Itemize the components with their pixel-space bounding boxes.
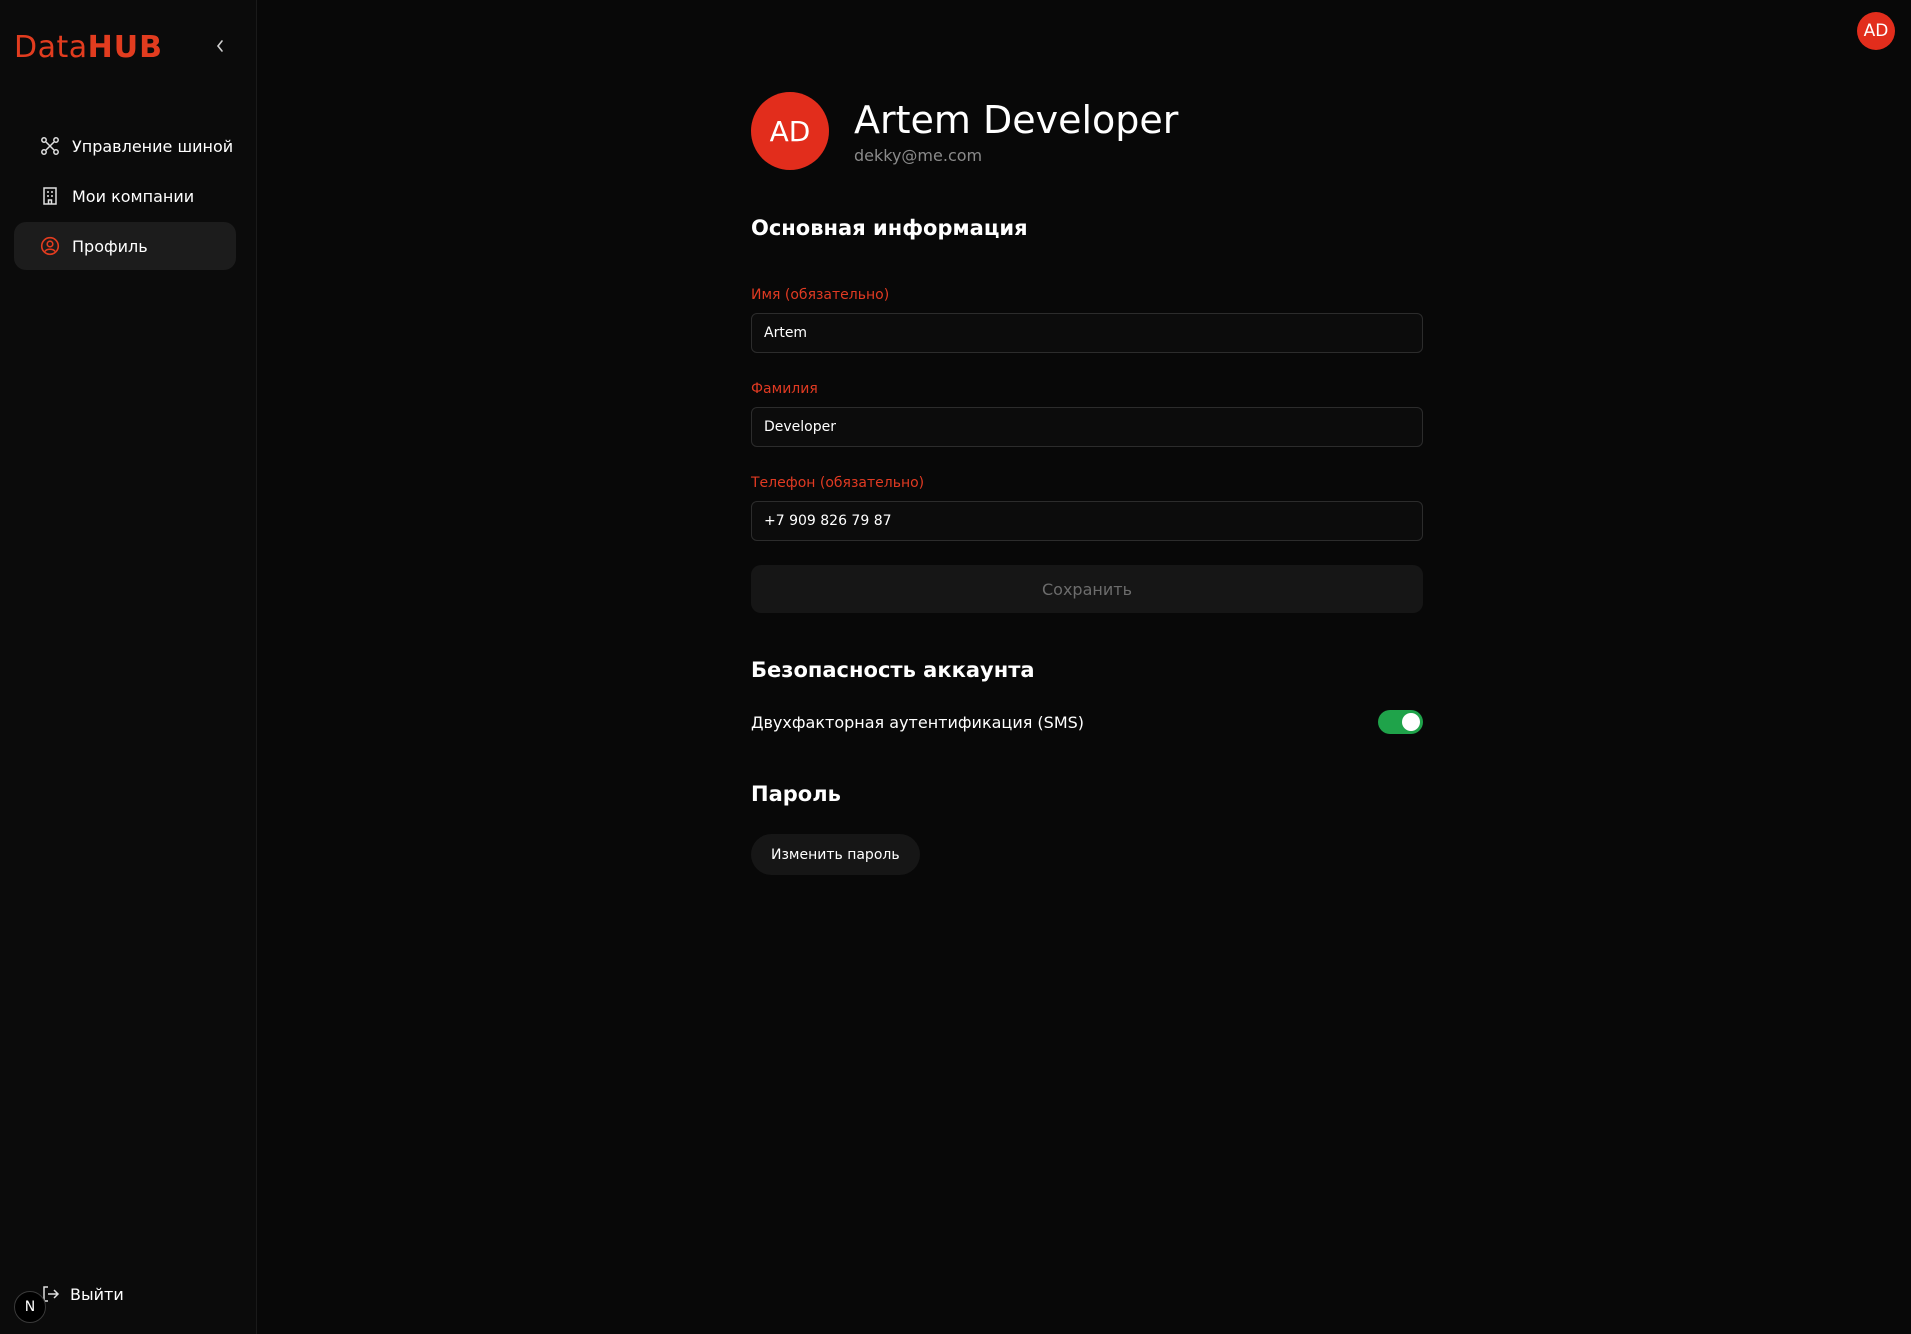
profile-email: dekky@me.com	[854, 145, 983, 165]
logo-data-text: Data	[14, 30, 88, 65]
logo-hub-text: HUB	[87, 30, 163, 65]
save-button[interactable]: Сохранить	[751, 565, 1423, 613]
logo: DataHUB	[14, 30, 163, 65]
logout-label: Выйти	[70, 1284, 124, 1304]
next-dev-badge[interactable]: N	[14, 1291, 46, 1323]
last-name-field[interactable]	[751, 407, 1423, 447]
sidebar: DataHUB Управление шиной Мои компании Пр…	[0, 0, 257, 1334]
sidebar-item-profile[interactable]: Профиль	[14, 222, 236, 270]
sidebar-item-companies[interactable]: Мои компании	[14, 172, 236, 220]
section-title-basic-info: Основная информация	[751, 216, 1028, 240]
twofa-row: Двухфакторная аутентификация (SMS)	[751, 710, 1423, 734]
twofa-label: Двухфакторная аутентификация (SMS)	[751, 712, 1085, 732]
sidebar-item-label: Управление шиной	[72, 136, 234, 156]
collapse-sidebar-button[interactable]	[208, 34, 232, 58]
sidebar-nav: Управление шиной Мои компании Профиль	[14, 122, 236, 272]
logout-button[interactable]: Выйти	[39, 1283, 124, 1305]
profile-header: AD Artem Developer dekky@me.com	[751, 92, 1423, 170]
section-title-security: Безопасность аккаунта	[751, 658, 1035, 682]
profile-avatar: AD	[751, 92, 829, 170]
change-password-button[interactable]: Изменить пароль	[751, 834, 920, 875]
sidebar-item-label: Мои компании	[72, 186, 195, 206]
sidebar-item-bus-management[interactable]: Управление шиной	[14, 122, 236, 170]
section-title-password: Пароль	[751, 782, 841, 806]
bus-network-icon	[39, 135, 61, 157]
chevron-left-icon	[216, 40, 223, 52]
first-name-label: Имя (обязательно)	[751, 287, 890, 303]
first-name-field[interactable]	[751, 313, 1423, 353]
last-name-label: Фамилия	[751, 381, 818, 397]
toggle-knob	[1402, 713, 1420, 731]
profile-content: AD Artem Developer dekky@me.com Основная…	[751, 92, 1423, 875]
twofa-toggle[interactable]	[1378, 710, 1423, 734]
phone-label: Телефон (обязательно)	[751, 475, 925, 491]
building-icon	[39, 185, 61, 207]
profile-name: Artem Developer	[854, 97, 1179, 142]
user-circle-icon	[39, 235, 61, 257]
profile-identity: Artem Developer dekky@me.com	[854, 98, 1178, 165]
sidebar-item-label: Профиль	[72, 236, 148, 256]
header-avatar[interactable]: AD	[1857, 12, 1895, 50]
app-root: DataHUB Управление шиной Мои компании Пр…	[0, 0, 1911, 1334]
phone-field[interactable]	[751, 501, 1423, 541]
